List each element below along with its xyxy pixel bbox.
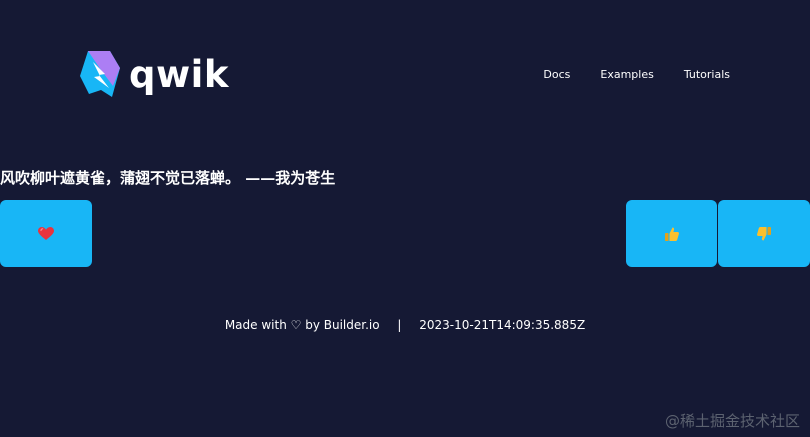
footer-timestamp: 2023-10-21T14:09:35.885Z [419, 318, 586, 332]
site-footer: Made with ♡ by Builder.io | 2023-10-21T1… [0, 318, 810, 332]
watermark-text: @稀土掘金技术社区 [664, 412, 800, 430]
footer-separator: | [397, 318, 402, 332]
nav-docs-link[interactable]: Docs [543, 68, 570, 81]
qwik-logo-icon [80, 51, 120, 97]
thumbs-up-icon [664, 227, 679, 241]
thumbs-down-icon [757, 226, 771, 240]
qwik-logo-link[interactable]: qwik [79, 50, 229, 98]
nav-tutorials-link[interactable]: Tutorials [684, 68, 730, 81]
site-header: qwik Docs Examples Tutorials [0, 0, 810, 150]
heart-icon [38, 226, 54, 240]
quote-text: 风吹柳叶遮黄雀，蒲翅不觉已落蝉。 ——我为苍生 [0, 169, 336, 187]
thumbs-down-button[interactable] [718, 200, 810, 267]
thumbs-up-button[interactable] [626, 200, 717, 267]
heart-button[interactable] [0, 200, 92, 267]
logo-wordmark: qwik [129, 52, 229, 96]
top-nav: Docs Examples Tutorials [543, 68, 730, 81]
nav-examples-link[interactable]: Examples [600, 68, 653, 81]
made-with-builder-link[interactable]: Made with ♡ by Builder.io [225, 318, 380, 332]
